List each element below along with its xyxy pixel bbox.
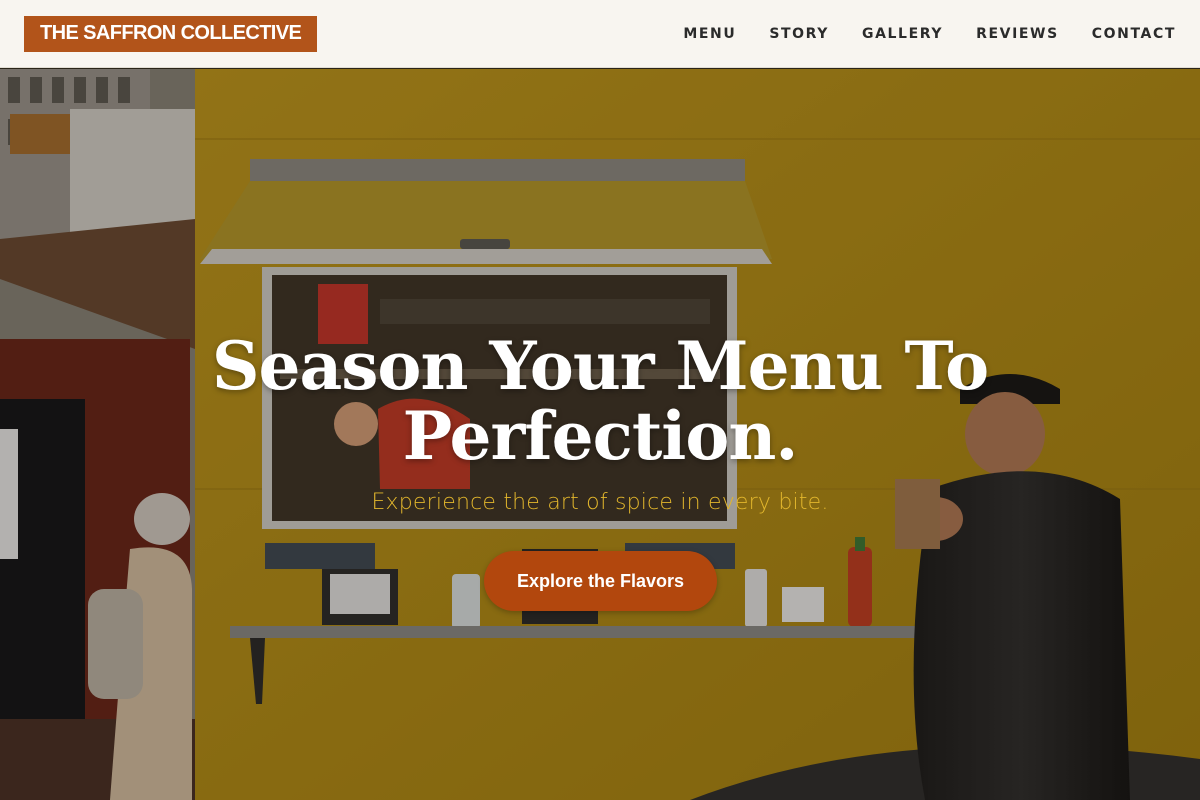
nav-item-menu[interactable]: MENU <box>683 26 736 42</box>
hero-section: Season Your Menu To Perfection. Experien… <box>0 69 1200 800</box>
hero-headline-line1: Season Your Menu To <box>211 327 989 405</box>
hero-headline-line2: Perfection. <box>402 397 799 475</box>
hero-content: Season Your Menu To Perfection. Experien… <box>0 69 1200 800</box>
nav-item-reviews[interactable]: REVIEWS <box>976 26 1059 42</box>
site-header: THE SAFFRON COLLECTIVE MENU STORY GALLER… <box>0 0 1200 68</box>
nav-item-gallery[interactable]: GALLERY <box>862 26 943 42</box>
hero-headline: Season Your Menu To Perfection. <box>150 331 1050 471</box>
nav-item-story[interactable]: STORY <box>769 26 829 42</box>
nav-item-contact[interactable]: CONTACT <box>1092 26 1176 42</box>
main-nav: MENU STORY GALLERY REVIEWS CONTACT <box>683 26 1176 42</box>
brand-name: THE SAFFRON COLLECTIVE <box>40 22 302 44</box>
explore-flavors-button[interactable]: Explore the Flavors <box>484 551 717 611</box>
hero-subheadline: Experience the art of spice in every bit… <box>371 490 829 515</box>
brand-logo[interactable]: THE SAFFRON COLLECTIVE <box>24 15 318 52</box>
